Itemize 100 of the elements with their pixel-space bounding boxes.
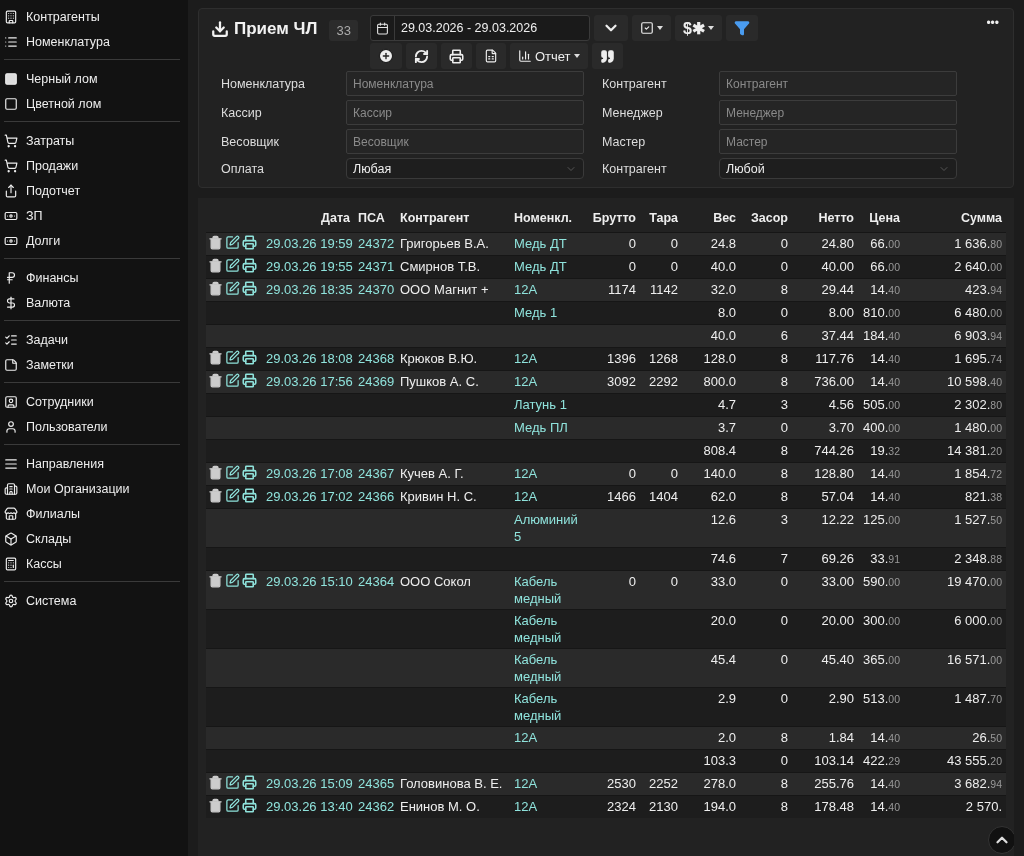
add-button[interactable] (369, 43, 402, 69)
print-icon[interactable] (242, 573, 257, 588)
input-field[interactable]: Номенклатура (346, 71, 584, 96)
checkbox-dropdown[interactable] (631, 15, 671, 41)
edit-icon[interactable] (225, 281, 240, 296)
print-icon[interactable] (242, 798, 257, 813)
price-cell: 400.00 (858, 416, 904, 440)
sidebar-item[interactable]: Склады (4, 526, 180, 551)
sidebar-item[interactable]: Кассы (4, 551, 180, 576)
tare-cell: 2130 (640, 795, 682, 818)
trash-icon[interactable] (208, 488, 223, 503)
refresh-button[interactable] (405, 43, 437, 69)
edit-icon[interactable] (225, 350, 240, 365)
quote-button[interactable] (591, 43, 623, 69)
select-field[interactable]: Любой (719, 158, 957, 179)
sidebar-item[interactable]: Номенклатура (4, 29, 180, 54)
trash-icon[interactable] (208, 235, 223, 250)
impurity-cell: 0 (740, 749, 792, 773)
sidebar-item[interactable]: Продажи (4, 153, 180, 178)
sidebar-item[interactable]: Валюта (4, 290, 180, 315)
nomenclature-cell: Алюминий 5 (510, 508, 584, 548)
sidebar-item[interactable]: ЗП (4, 203, 180, 228)
sidebar-item[interactable]: Затраты (4, 128, 180, 153)
sidebar-item[interactable]: Заметки (4, 352, 180, 377)
print-button[interactable] (440, 43, 472, 69)
trash-icon[interactable] (208, 775, 223, 790)
square-icon (4, 71, 18, 86)
edit-icon[interactable] (225, 258, 240, 273)
edit-icon[interactable] (225, 373, 240, 388)
input-field[interactable]: Контрагент (719, 71, 957, 96)
gross-cell: 0 (584, 255, 640, 279)
weight-cell: 194.0 (682, 795, 740, 818)
sidebar-item[interactable]: Задачи (4, 327, 180, 352)
edit-icon[interactable] (225, 775, 240, 790)
date-range-field[interactable]: 29.03.2026 - 29.03.2026 (369, 15, 590, 41)
input-field[interactable]: Кассир (346, 100, 584, 125)
gross-cell: 0 (584, 462, 640, 486)
price-cell: 365.00 (858, 648, 904, 688)
gross-cell: 2324 (584, 795, 640, 818)
sidebar-item[interactable]: Филиалы (4, 501, 180, 526)
net-cell: 57.04 (792, 485, 858, 509)
sidebar-item[interactable]: Подотчет (4, 178, 180, 203)
weight-cell: 2.9 (682, 687, 740, 727)
psa-cell: 24366 (354, 485, 396, 509)
trash-icon[interactable] (208, 281, 223, 296)
sidebar-item[interactable]: Долги (4, 228, 180, 253)
print-icon[interactable] (242, 488, 257, 503)
trash-icon[interactable] (208, 573, 223, 588)
edit-icon[interactable] (225, 488, 240, 503)
sidebar-item[interactable]: Направления (4, 451, 180, 476)
weight-cell: 74.6 (682, 547, 740, 571)
edit-icon[interactable] (225, 465, 240, 480)
sidebar-item[interactable]: Мои Организации (4, 476, 180, 501)
print-icon[interactable] (242, 281, 257, 296)
sidebar-item[interactable]: Система (4, 588, 180, 613)
sidebar-item[interactable]: Цветной лом (4, 91, 180, 116)
weight-cell: 2.0 (682, 726, 740, 750)
impurity-cell: 0 (740, 570, 792, 610)
edit-icon[interactable] (225, 573, 240, 588)
tare-cell: 0 (640, 232, 682, 256)
input-field[interactable]: Весовщик (346, 129, 584, 154)
input-field[interactable]: Менеджер (719, 100, 957, 125)
trash-icon[interactable] (208, 350, 223, 365)
input-field[interactable]: Мастер (719, 129, 957, 154)
report-button[interactable]: Отчет (509, 43, 588, 69)
contragent-cell: Смирнов Т.В. (396, 255, 510, 279)
scroll-top-button[interactable] (988, 826, 1014, 854)
edit-icon[interactable] (225, 235, 240, 250)
select-field[interactable]: Любая (346, 158, 584, 179)
print-icon[interactable] (242, 350, 257, 365)
weight-cell: 800.0 (682, 370, 740, 394)
more-button[interactable]: ••• (980, 15, 1005, 31)
sidebar-item[interactable]: Сотрудники (4, 389, 180, 414)
print-icon[interactable] (242, 465, 257, 480)
sum-cell: 6 903.94 (904, 324, 1006, 348)
date-cell: 29.03.26 13:40 (262, 795, 354, 818)
print-icon[interactable] (242, 258, 257, 273)
impurity-cell: 0 (740, 687, 792, 727)
dropdown-button[interactable] (593, 15, 628, 41)
sidebar-item[interactable]: Контрагенты (4, 4, 180, 29)
print-icon[interactable] (242, 373, 257, 388)
net-cell: 24.80 (792, 232, 858, 256)
print-icon[interactable] (242, 235, 257, 250)
edit-icon[interactable] (225, 798, 240, 813)
weight-cell: 12.6 (682, 508, 740, 548)
price-cell: 14.40 (858, 347, 904, 371)
sidebar-item[interactable]: Черный лом (4, 66, 180, 91)
price-cell: 14.40 (858, 485, 904, 509)
trash-icon[interactable] (208, 258, 223, 273)
plus-circle-icon (377, 48, 394, 64)
trash-icon[interactable] (208, 373, 223, 388)
excel-button[interactable] (475, 43, 506, 69)
trash-icon[interactable] (208, 798, 223, 813)
trash-icon[interactable] (208, 465, 223, 480)
currency-dropdown[interactable]: $✱ (674, 15, 722, 41)
filter-button[interactable] (725, 15, 758, 41)
sidebar-item[interactable]: Финансы (4, 265, 180, 290)
print-icon[interactable] (242, 775, 257, 790)
checklist-icon (4, 332, 18, 347)
sidebar-item[interactable]: Пользователи (4, 414, 180, 439)
